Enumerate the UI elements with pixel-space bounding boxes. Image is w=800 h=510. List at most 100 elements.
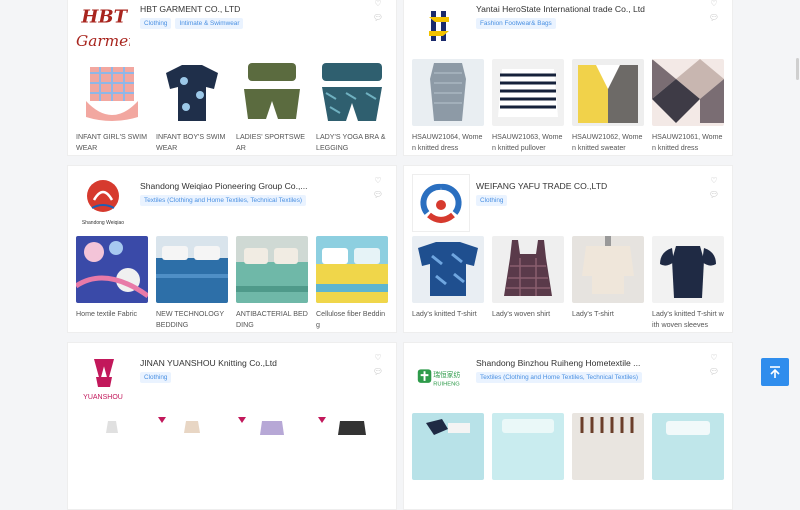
product-name[interactable] bbox=[572, 486, 644, 508]
scrollbar-thumb[interactable] bbox=[796, 58, 799, 80]
chat-icon[interactable]: 💬︎ bbox=[708, 365, 720, 379]
product-image[interactable] bbox=[652, 59, 724, 126]
company-name[interactable]: Yantai HeroState International trade Co.… bbox=[476, 4, 645, 14]
product-item[interactable]: Lady's woven shirt bbox=[492, 236, 564, 331]
product-image[interactable] bbox=[236, 413, 308, 480]
company-card[interactable]: 瑞恒家纺 RUIHENG Shandong Binzhou Ruiheng Ho… bbox=[403, 342, 733, 510]
product-item[interactable] bbox=[412, 413, 484, 508]
product-image[interactable] bbox=[492, 59, 564, 126]
product-item[interactable] bbox=[236, 413, 308, 508]
product-image[interactable] bbox=[156, 236, 228, 303]
product-image[interactable] bbox=[572, 236, 644, 303]
product-image[interactable] bbox=[316, 413, 388, 480]
back-to-top-button[interactable] bbox=[761, 358, 789, 386]
heart-icon[interactable]: ♡ bbox=[708, 174, 720, 188]
product-name[interactable]: Lady's T-shirt bbox=[572, 309, 644, 331]
product-item[interactable]: Lady's knitted T-shirt bbox=[412, 236, 484, 331]
product-name[interactable]: HSAUW21061, Women knitted dress bbox=[652, 132, 724, 154]
company-card[interactable]: Yantai HeroState International trade Co.… bbox=[403, 0, 733, 156]
company-logo[interactable]: 瑞恒家纺 RUIHENG bbox=[412, 351, 466, 405]
company-logo[interactable] bbox=[412, 0, 466, 53]
product-name[interactable] bbox=[156, 486, 228, 508]
product-name[interactable] bbox=[316, 486, 388, 508]
product-name[interactable]: Lady's knitted T-shirt bbox=[412, 309, 484, 331]
product-image[interactable] bbox=[76, 59, 148, 126]
product-name[interactable] bbox=[652, 486, 724, 508]
company-name[interactable]: WEIFANG YAFU TRADE CO.,LTD bbox=[476, 181, 607, 191]
product-item[interactable] bbox=[492, 413, 564, 508]
product-item[interactable] bbox=[316, 413, 388, 508]
product-name[interactable]: LADIES' SPORTSWEAR bbox=[236, 132, 308, 154]
product-item[interactable]: Lady's T-shirt bbox=[572, 236, 644, 331]
product-image[interactable] bbox=[572, 413, 644, 480]
product-item[interactable]: LADY'S YOGA BRA & LEGGING bbox=[316, 59, 388, 154]
product-item[interactable]: LADIES' SPORTSWEAR bbox=[236, 59, 308, 154]
product-name[interactable]: Cellulose fiber Bedding bbox=[316, 309, 388, 331]
product-image[interactable] bbox=[236, 236, 308, 303]
company-name[interactable]: JINAN YUANSHOU Knitting Co.,Ltd bbox=[140, 358, 277, 368]
heart-icon[interactable]: ♡ bbox=[372, 0, 384, 11]
company-name[interactable]: Shandong Binzhou Ruiheng Hometextile ... bbox=[476, 358, 640, 368]
product-image[interactable] bbox=[492, 236, 564, 303]
chat-icon[interactable]: 💬︎ bbox=[708, 188, 720, 202]
product-name[interactable] bbox=[236, 486, 308, 508]
product-item[interactable]: Cellulose fiber Bedding bbox=[316, 236, 388, 331]
company-logo[interactable]: HBT Garment bbox=[76, 0, 130, 53]
product-image[interactable] bbox=[412, 236, 484, 303]
category-tag[interactable]: Clothing bbox=[476, 195, 508, 206]
product-name[interactable]: NEW TECHNOLOGY BEDDING bbox=[156, 309, 228, 331]
heart-icon[interactable]: ♡ bbox=[708, 0, 720, 11]
heart-icon[interactable]: ♡ bbox=[708, 351, 720, 365]
chat-icon[interactable]: 💬︎ bbox=[372, 188, 384, 202]
company-card[interactable]: Shandong Weiqiao Shandong Weiqiao Pionee… bbox=[67, 165, 397, 333]
product-name[interactable]: LADY'S YOGA BRA & LEGGING bbox=[316, 132, 388, 154]
chat-icon[interactable]: 💬︎ bbox=[372, 11, 384, 25]
product-image[interactable] bbox=[156, 59, 228, 126]
product-image[interactable] bbox=[236, 59, 308, 126]
company-card[interactable]: HBT Garment HBT GARMENT CO., LTD Clothin… bbox=[67, 0, 397, 156]
product-image[interactable] bbox=[652, 236, 724, 303]
product-image[interactable] bbox=[316, 59, 388, 126]
company-logo[interactable]: Shandong Weiqiao bbox=[76, 174, 130, 228]
chat-icon[interactable]: 💬︎ bbox=[708, 11, 720, 25]
product-name[interactable]: HSAUW21064, Women knitted dress bbox=[412, 132, 484, 154]
category-tag[interactable]: Intimate & Swimwear bbox=[175, 18, 244, 29]
product-item[interactable] bbox=[652, 413, 724, 508]
product-name[interactable] bbox=[76, 486, 148, 508]
product-image[interactable] bbox=[572, 59, 644, 126]
product-image[interactable] bbox=[316, 236, 388, 303]
product-name[interactable]: HSAUW21063, Women knitted pullover bbox=[492, 132, 564, 154]
product-image[interactable] bbox=[652, 413, 724, 480]
product-name[interactable]: Home textile Fabric bbox=[76, 309, 148, 331]
product-item[interactable]: Lady's knitted T-shirt with woven sleeve… bbox=[652, 236, 724, 331]
category-tag[interactable]: Textiles (Clothing and Home Textiles, Te… bbox=[140, 195, 307, 206]
company-logo[interactable]: YUANSHOU bbox=[76, 351, 130, 405]
product-item[interactable] bbox=[572, 413, 644, 508]
product-name[interactable]: Lady's knitted T-shirt with woven sleeve… bbox=[652, 309, 724, 331]
chat-icon[interactable]: 💬︎ bbox=[372, 365, 384, 379]
product-image[interactable] bbox=[412, 59, 484, 126]
product-image[interactable] bbox=[76, 236, 148, 303]
product-image[interactable] bbox=[156, 413, 228, 480]
company-card[interactable]: YUANSHOU JINAN YUANSHOU Knitting Co.,Ltd… bbox=[67, 342, 397, 510]
product-item[interactable]: Home textile Fabric bbox=[76, 236, 148, 331]
product-name[interactable]: INFANT GIRL'S SWIMWEAR bbox=[76, 132, 148, 154]
product-item[interactable]: HSAUW21064, Women knitted dress bbox=[412, 59, 484, 154]
product-name[interactable]: HSAUW21062, Women knitted sweater bbox=[572, 132, 644, 154]
product-item[interactable]: INFANT GIRL'S SWIMWEAR bbox=[76, 59, 148, 154]
product-name[interactable]: Lady's woven shirt bbox=[492, 309, 564, 331]
category-tag[interactable]: Clothing bbox=[140, 372, 172, 383]
product-item[interactable]: HSAUW21062, Women knitted sweater bbox=[572, 59, 644, 154]
product-image[interactable] bbox=[76, 413, 148, 480]
company-name[interactable]: HBT GARMENT CO., LTD bbox=[140, 4, 240, 14]
product-name[interactable]: INFANT BOY'S SWIMWEAR bbox=[156, 132, 228, 154]
heart-icon[interactable]: ♡ bbox=[372, 174, 384, 188]
product-name[interactable] bbox=[492, 486, 564, 508]
product-item[interactable]: INFANT BOY'S SWIMWEAR bbox=[156, 59, 228, 154]
category-tag[interactable]: Textiles (Clothing and Home Textiles, Te… bbox=[476, 372, 643, 383]
product-item[interactable] bbox=[76, 413, 148, 508]
product-image[interactable] bbox=[412, 413, 484, 480]
product-item[interactable] bbox=[156, 413, 228, 508]
product-name[interactable]: ANTIBACTERIAL BEDDING bbox=[236, 309, 308, 331]
company-name[interactable]: Shandong Weiqiao Pioneering Group Co.,..… bbox=[140, 181, 308, 191]
